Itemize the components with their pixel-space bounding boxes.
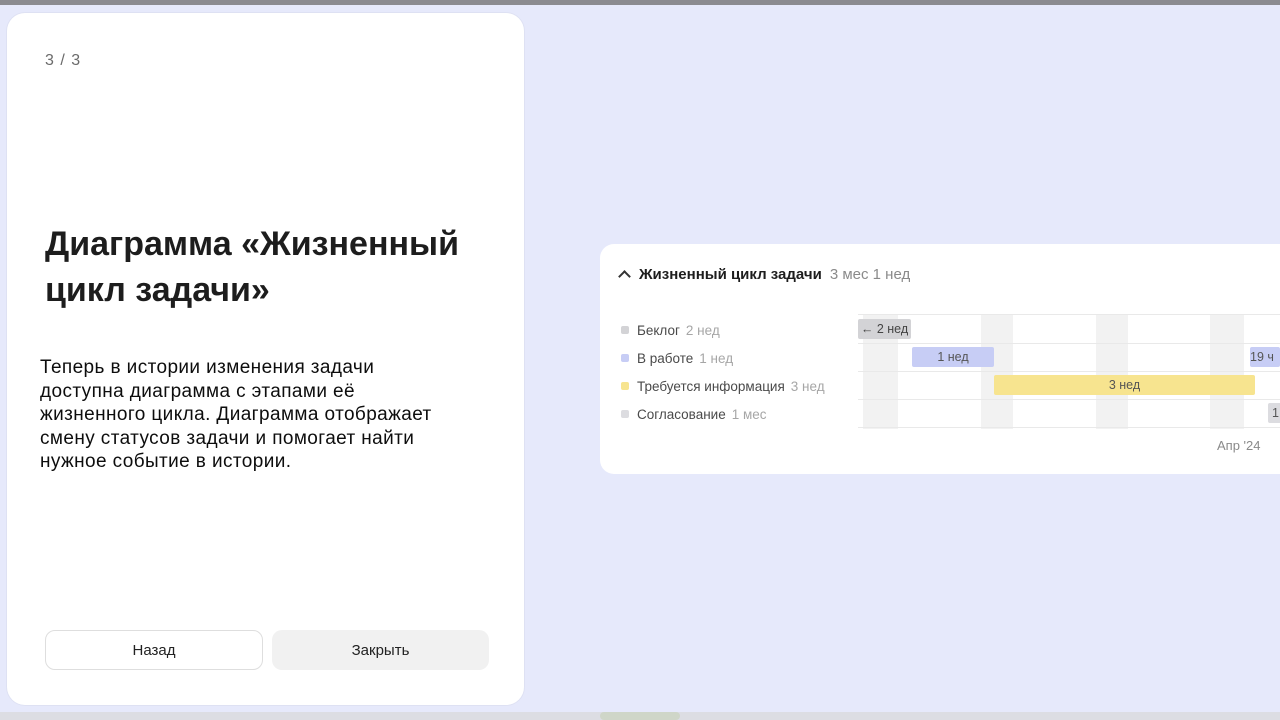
label-fade-mask <box>841 374 857 414</box>
row-divider <box>858 427 1280 428</box>
row-divider <box>858 371 1280 372</box>
row-divider <box>858 314 1280 315</box>
row-divider <box>858 399 1280 400</box>
status-name: Согласование <box>637 406 726 422</box>
bar-backlog[interactable]: ← 2 нед <box>858 319 911 339</box>
status-row-backlog: Беклог 2 нед <box>621 320 720 340</box>
lifecycle-header[interactable]: Жизненный цикл задачи 3 мес 1 нед <box>618 264 911 284</box>
status-duration: 1 нед <box>699 350 734 366</box>
chevron-up-icon[interactable] <box>618 269 631 283</box>
bar-in-work[interactable]: 1 нед <box>912 347 994 367</box>
back-button[interactable]: Назад <box>45 630 263 670</box>
status-row-in-work: В работе 1 нед <box>621 348 733 368</box>
axis-date-label: Апр '24 <box>1217 438 1261 453</box>
close-button[interactable]: Закрыть <box>272 630 489 670</box>
bar-in-work-2[interactable]: 19 ч <box>1250 347 1280 367</box>
bar-info-required[interactable]: 3 нед <box>994 375 1255 395</box>
modal-title: Диаграмма «Жизненный цикл задачи» <box>45 225 459 309</box>
row-divider <box>858 343 1280 344</box>
lifecycle-widget: Жизненный цикл задачи 3 мес 1 нед Беклог… <box>600 244 1280 474</box>
onboarding-modal: 3 / 3 Диаграмма «Жизненный цикл задачи» … <box>7 13 524 705</box>
status-dot-icon <box>621 410 629 418</box>
status-dot-icon <box>621 354 629 362</box>
status-dot-icon <box>621 382 629 390</box>
window-top-border <box>0 0 1280 5</box>
bar-approval[interactable]: 1 <box>1268 403 1280 423</box>
lifecycle-total-duration: 3 мес 1 нед <box>829 265 911 283</box>
status-name: Беклог <box>637 322 680 338</box>
background-decoration <box>600 712 680 720</box>
status-name: В работе <box>637 350 694 366</box>
status-duration: 3 нед <box>790 378 825 394</box>
status-duration: 2 нед <box>685 322 720 338</box>
status-name: Требуется информация <box>637 378 785 394</box>
status-duration: 1 мес <box>731 406 767 422</box>
window-bottom-strip <box>0 712 1280 720</box>
status-row-info-required: Требуется информация 3 нед <box>621 376 825 396</box>
lifecycle-title: Жизненный цикл задачи <box>639 265 822 283</box>
status-row-approval: Согласование 1 мес <box>621 404 767 424</box>
step-counter: 3 / 3 <box>45 52 82 69</box>
lifecycle-timeline: ← 2 нед 1 нед 19 ч 3 нед 1 <box>858 314 1280 429</box>
modal-description: Теперь в истории изменения задачи доступ… <box>40 357 432 472</box>
status-dot-icon <box>621 326 629 334</box>
